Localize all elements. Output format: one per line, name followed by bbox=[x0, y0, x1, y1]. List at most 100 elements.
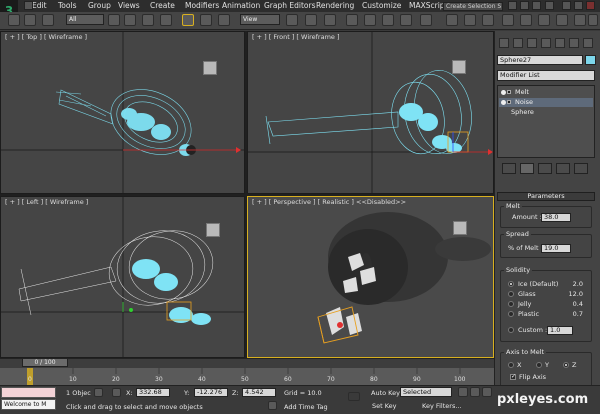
z-coordinate-field[interactable]: 4.542 bbox=[242, 388, 276, 397]
configure-sets-icon[interactable] bbox=[574, 163, 588, 174]
object-name-field[interactable]: Sphere27 bbox=[497, 55, 583, 65]
viewport-top[interactable]: [ + ] [ Top ] [ Wireframe ] bbox=[0, 31, 245, 194]
menu-create[interactable]: Create bbox=[150, 1, 175, 10]
bulb-icon[interactable] bbox=[501, 100, 506, 105]
menu-tools[interactable]: Tools bbox=[58, 1, 76, 10]
lock-selection-icon[interactable] bbox=[94, 388, 103, 397]
maxscript-mini-listener[interactable]: Welcome to M bbox=[1, 399, 56, 410]
maximize-icon[interactable] bbox=[574, 1, 583, 10]
rotate-icon[interactable] bbox=[200, 14, 212, 26]
angle-snap-icon[interactable] bbox=[364, 14, 376, 26]
rect-selection-icon[interactable] bbox=[142, 14, 154, 26]
solidity-radio-jelly[interactable] bbox=[508, 301, 514, 307]
x-coordinate-field[interactable]: 332.68 bbox=[136, 388, 170, 397]
minimize-icon[interactable] bbox=[562, 1, 571, 10]
extra-tab-icon[interactable] bbox=[583, 38, 593, 48]
spinner-snap-icon[interactable] bbox=[400, 14, 412, 26]
named-selection-icon[interactable] bbox=[420, 14, 432, 26]
play-icon[interactable] bbox=[482, 387, 492, 397]
axis-radio-x[interactable] bbox=[508, 362, 514, 368]
menu-views[interactable]: Views bbox=[118, 1, 140, 10]
display-tab-icon[interactable] bbox=[555, 38, 565, 48]
key-filters-button[interactable]: Key Filters... bbox=[422, 402, 462, 410]
close-icon[interactable] bbox=[586, 1, 595, 10]
stack-item-noise[interactable]: Noise bbox=[499, 98, 593, 107]
solidity-radio-ice[interactable] bbox=[508, 281, 514, 287]
remove-modifier-icon[interactable] bbox=[556, 163, 570, 174]
percent-snap-icon[interactable] bbox=[382, 14, 394, 26]
goto-start-icon[interactable] bbox=[458, 387, 468, 397]
parameters-rollout-title[interactable]: Parameters bbox=[497, 192, 595, 201]
scale-icon[interactable] bbox=[218, 14, 230, 26]
menu-modifiers[interactable]: Modifiers bbox=[185, 1, 219, 10]
search-icon[interactable] bbox=[508, 1, 517, 10]
quick-access-icon[interactable] bbox=[24, 1, 33, 10]
help-icon[interactable] bbox=[545, 1, 554, 10]
expand-icon[interactable] bbox=[507, 100, 511, 104]
viewcube-top[interactable] bbox=[203, 61, 217, 75]
key-icon[interactable] bbox=[348, 392, 360, 401]
menu-maxscript[interactable]: MAXScript bbox=[409, 1, 448, 10]
render-setup-icon[interactable] bbox=[574, 14, 586, 26]
viewcube-perspective[interactable] bbox=[453, 221, 467, 235]
flip-axis-checkbox[interactable]: ✓ bbox=[510, 374, 516, 380]
solidity-radio-glass[interactable] bbox=[508, 291, 514, 297]
material-editor-icon[interactable] bbox=[556, 14, 568, 26]
bulb-icon[interactable] bbox=[501, 90, 506, 95]
viewcube-left[interactable] bbox=[206, 223, 220, 237]
render-icon[interactable] bbox=[588, 14, 598, 26]
expand-icon[interactable] bbox=[507, 90, 511, 94]
motion-tab-icon[interactable] bbox=[541, 38, 551, 48]
viewcube-front[interactable] bbox=[452, 60, 466, 74]
time-slider[interactable]: 0 / 100 bbox=[22, 358, 68, 367]
select-object-icon[interactable] bbox=[108, 14, 120, 26]
menu-group[interactable]: Group bbox=[88, 1, 111, 10]
axis-radio-y[interactable] bbox=[536, 362, 542, 368]
spread-spinner[interactable]: 19.0 bbox=[541, 244, 571, 253]
snaps-toggle-icon[interactable] bbox=[346, 14, 358, 26]
align-icon[interactable] bbox=[464, 14, 476, 26]
pin-stack-icon[interactable] bbox=[502, 163, 516, 174]
y-coordinate-field[interactable]: -12.276 bbox=[194, 388, 228, 397]
object-color-swatch[interactable] bbox=[585, 55, 596, 65]
time-slider-track[interactable] bbox=[0, 358, 494, 368]
select-manipulate-icon[interactable] bbox=[305, 14, 317, 26]
unlink-icon[interactable] bbox=[24, 14, 36, 26]
absolute-mode-icon[interactable] bbox=[112, 388, 121, 397]
stack-item-sphere[interactable]: Sphere bbox=[499, 108, 593, 117]
mirror-icon[interactable] bbox=[446, 14, 458, 26]
solidity-radio-plastic[interactable] bbox=[508, 311, 514, 317]
menu-customize[interactable]: Customize bbox=[362, 1, 401, 10]
reference-coordinate-dropdown[interactable]: View bbox=[240, 14, 280, 25]
viewport-left[interactable]: [ + ] [ Left ] [ Wireframe ] bbox=[0, 196, 245, 358]
pivot-center-icon[interactable] bbox=[286, 14, 298, 26]
time-tag-icon[interactable] bbox=[268, 401, 277, 410]
menu-rendering[interactable]: Rendering bbox=[316, 1, 354, 10]
menu-animation[interactable]: Animation bbox=[222, 1, 260, 10]
previous-frame-icon[interactable] bbox=[470, 387, 480, 397]
viewport-label-perspective[interactable]: [ + ] [ Perspective ] [ Realistic ] <<Di… bbox=[252, 198, 406, 206]
info-center-icon[interactable] bbox=[520, 1, 529, 10]
show-end-result-icon[interactable] bbox=[520, 163, 534, 174]
solidity-radio-custom[interactable] bbox=[508, 327, 514, 333]
stack-item-melt[interactable]: Melt bbox=[499, 88, 593, 97]
make-unique-icon[interactable] bbox=[538, 163, 552, 174]
viewport-perspective[interactable]: [ + ] [ Perspective ] [ Realistic ] <<Di… bbox=[247, 196, 494, 358]
favorites-icon[interactable] bbox=[532, 1, 541, 10]
selection-filter-dropdown[interactable]: All bbox=[66, 14, 104, 25]
search-input[interactable]: Create Selection S bbox=[443, 2, 503, 11]
link-icon[interactable] bbox=[8, 14, 20, 26]
menu-graph-editors[interactable]: Graph Editors bbox=[264, 1, 316, 10]
viewport-front[interactable]: [ + ] [ Front ] [ Wireframe ] bbox=[247, 31, 494, 194]
set-key-button[interactable]: Set Key bbox=[372, 402, 397, 410]
viewport-label-top[interactable]: [ + ] [ Top ] [ Wireframe ] bbox=[5, 33, 87, 41]
viewport-label-front[interactable]: [ + ] [ Front ] [ Wireframe ] bbox=[252, 33, 340, 41]
utilities-tab-icon[interactable] bbox=[569, 38, 579, 48]
viewport-label-left[interactable]: [ + ] [ Left ] [ Wireframe ] bbox=[5, 198, 88, 206]
graphite-ribbon-icon[interactable] bbox=[502, 14, 514, 26]
layer-manager-icon[interactable] bbox=[482, 14, 494, 26]
keyboard-shortcut-icon[interactable] bbox=[324, 14, 336, 26]
maxscript-listener-field[interactable] bbox=[1, 387, 56, 398]
auto-key-button[interactable]: Auto Key bbox=[371, 389, 400, 397]
axis-radio-z[interactable] bbox=[563, 362, 569, 368]
